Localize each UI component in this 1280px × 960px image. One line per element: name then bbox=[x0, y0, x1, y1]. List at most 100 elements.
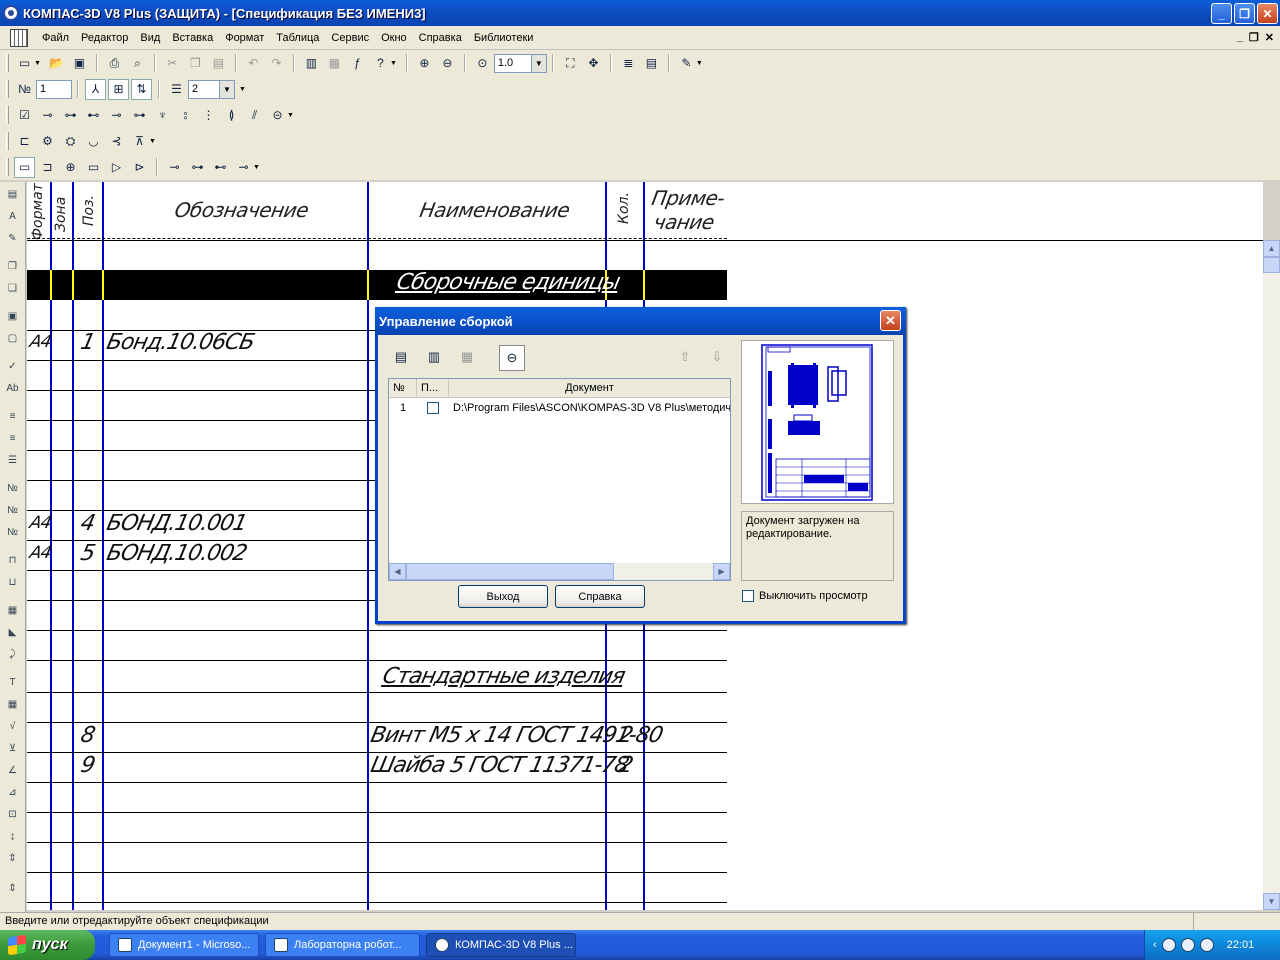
scroll-thumb[interactable] bbox=[1263, 257, 1280, 273]
help-pointer-icon[interactable]: ? bbox=[370, 53, 391, 74]
document-row-checkbox[interactable] bbox=[427, 402, 439, 414]
menu-table[interactable]: Таблица bbox=[270, 26, 325, 50]
checklist-icon[interactable]: ☑ bbox=[14, 105, 35, 126]
row-designation[interactable]: БОНД.10.002 bbox=[104, 541, 248, 566]
row-designation[interactable]: БОНД.10.001 bbox=[104, 511, 248, 536]
link-icon[interactable]: ⊖ bbox=[499, 345, 525, 371]
page-list-icon[interactable]: ▤ bbox=[641, 53, 662, 74]
menu-window[interactable]: Окно bbox=[375, 26, 413, 50]
hatch-icon[interactable]: ◣ bbox=[3, 622, 23, 642]
bearing-icon[interactable]: ◡ bbox=[83, 131, 104, 152]
layout-mode-icon[interactable]: ⅄ bbox=[85, 78, 106, 100]
clone-icon[interactable]: ▣ bbox=[3, 306, 23, 326]
add-document-icon[interactable]: ▤ bbox=[388, 344, 414, 370]
horizontal-scroll-thumb[interactable] bbox=[406, 563, 614, 580]
grid-icon[interactable]: ▦ bbox=[3, 694, 23, 714]
circle-icon[interactable]: ⊕ bbox=[60, 157, 81, 178]
align2-icon[interactable]: ≡ bbox=[3, 428, 23, 448]
manager-icon[interactable]: ▥ bbox=[301, 53, 322, 74]
page-number-input[interactable]: 1 bbox=[36, 79, 72, 99]
text-rotate-icon[interactable]: ⤸ bbox=[3, 644, 23, 664]
task-word-document[interactable]: Документ1 - Microso... bbox=[109, 933, 259, 957]
connector2-icon[interactable]: ⊶ bbox=[187, 157, 208, 178]
connector3-icon[interactable]: ⊷ bbox=[210, 157, 231, 178]
replace-icon[interactable]: ▢ bbox=[3, 328, 23, 348]
open-folder-icon[interactable]: 📂 bbox=[46, 53, 67, 74]
vertical-scrollbar[interactable]: ▲ ▼ bbox=[1263, 240, 1280, 910]
menu-service[interactable]: Сервис bbox=[325, 26, 375, 50]
rivet-icon[interactable]: ♆ bbox=[152, 105, 173, 126]
shaft-icon[interactable]: ⊰ bbox=[106, 131, 127, 152]
dimension-icon[interactable]: ↨ bbox=[3, 826, 23, 846]
link-object-icon[interactable]: ⊐ bbox=[37, 157, 58, 178]
toolbar-grip[interactable] bbox=[6, 132, 9, 150]
zoom-out-icon[interactable]: ⊖ bbox=[437, 53, 458, 74]
scroll-right-icon[interactable]: ▶ bbox=[713, 563, 730, 580]
disable-preview-checkbox[interactable] bbox=[742, 590, 754, 602]
toolbar-grip[interactable] bbox=[6, 158, 9, 176]
move-up-icon[interactable]: ⇧ bbox=[672, 344, 698, 370]
assembly-dropdown-icon[interactable]: ▼ bbox=[149, 138, 156, 145]
zoom-scale-icon[interactable]: ⊙ bbox=[472, 53, 493, 74]
flag-icon[interactable]: ▷ bbox=[106, 157, 127, 178]
document-list[interactable]: № П... Документ 1 D:\Program Files\ASCON… bbox=[388, 378, 731, 581]
disable-preview-label[interactable]: Выключить просмотр bbox=[759, 590, 868, 602]
document-icon[interactable] bbox=[10, 28, 28, 47]
check-icon[interactable]: ✓ bbox=[3, 356, 23, 376]
align-icon[interactable]: ≡ bbox=[3, 406, 23, 426]
connector-icon[interactable]: ⊸ bbox=[164, 157, 185, 178]
bar-icon[interactable]: ▭ bbox=[83, 157, 104, 178]
fit-page-icon[interactable]: ⛶ bbox=[560, 53, 581, 74]
section-title-standard[interactable]: Стандартные изделия bbox=[380, 664, 626, 689]
column-header-document[interactable]: Документ bbox=[449, 379, 730, 397]
clock[interactable]: 22:01 bbox=[1227, 939, 1255, 951]
expand-icon[interactable]: ⇕ bbox=[3, 848, 23, 868]
tray-network-icon[interactable] bbox=[1180, 938, 1195, 952]
dialog-close-button[interactable]: ✕ bbox=[880, 310, 901, 331]
mdi-minimize-button[interactable]: _ bbox=[1237, 31, 1243, 44]
row-format[interactable]: А4 bbox=[28, 332, 53, 352]
number-icon[interactable]: № bbox=[3, 478, 23, 498]
gear-icon[interactable]: ⚙ bbox=[37, 131, 58, 152]
lock-icon[interactable]: ⊓ bbox=[3, 550, 23, 570]
paste-icon[interactable]: ▤ bbox=[208, 53, 229, 74]
tray-expand-icon[interactable]: ‹ bbox=[1153, 939, 1157, 951]
level-value[interactable]: 2 bbox=[188, 79, 220, 99]
menu-format[interactable]: Формат bbox=[219, 26, 270, 50]
open-document-icon[interactable]: ▥ bbox=[421, 344, 447, 370]
mdi-close-button[interactable]: ✕ bbox=[1265, 31, 1274, 44]
nut-icon[interactable]: ⋮ bbox=[198, 105, 219, 126]
spec-page-icon[interactable]: ▤ bbox=[3, 184, 23, 204]
menu-libraries[interactable]: Библиотеки bbox=[468, 26, 540, 50]
frame-icon[interactable]: ⊡ bbox=[3, 804, 23, 824]
thread-icon[interactable]: ⫽ bbox=[244, 105, 265, 126]
menu-file[interactable]: Файл bbox=[36, 26, 75, 50]
zoom-dropdown-icon[interactable]: ▼ bbox=[531, 53, 547, 73]
level-combo[interactable]: 2 ▼ bbox=[188, 79, 235, 99]
remove-document-icon[interactable]: ▦ bbox=[454, 344, 480, 370]
ab-text-icon[interactable]: Ab bbox=[3, 378, 23, 398]
help-dropdown-icon[interactable]: ▼ bbox=[390, 60, 397, 67]
copy-icon[interactable]: ❐ bbox=[185, 53, 206, 74]
row-format[interactable]: А4 bbox=[28, 513, 53, 533]
print-icon[interactable]: ⎙ bbox=[104, 53, 125, 74]
washer-icon[interactable]: ⦂ bbox=[175, 105, 196, 126]
column-header-flag[interactable]: П... bbox=[417, 379, 449, 397]
mdi-restore-button[interactable]: ❐ bbox=[1249, 31, 1259, 44]
duplicate-icon[interactable]: ❏ bbox=[3, 278, 23, 298]
objects-dropdown-icon[interactable]: ▼ bbox=[287, 112, 294, 119]
variables-icon[interactable]: ƒ bbox=[347, 53, 368, 74]
pin-icon[interactable]: ⊶ bbox=[129, 105, 150, 126]
profile-icon[interactable]: ⊼ bbox=[129, 131, 150, 152]
row-position[interactable]: 1 bbox=[78, 330, 96, 355]
help-button[interactable]: Справка bbox=[555, 585, 645, 608]
row-name[interactable]: Шайба 5 ГОСТ 11371-78 bbox=[368, 753, 630, 778]
copy-object-icon[interactable]: ❐ bbox=[3, 256, 23, 276]
spring-pin-icon[interactable]: ≬ bbox=[221, 105, 242, 126]
scroll-down-icon[interactable]: ▼ bbox=[1263, 893, 1280, 910]
exit-button[interactable]: Выход bbox=[458, 585, 548, 608]
menu-editor[interactable]: Редактор bbox=[75, 26, 134, 50]
row-designation[interactable]: Бонд.10.06СБ bbox=[104, 330, 256, 355]
new-file-icon[interactable]: ▭ bbox=[14, 53, 35, 74]
section-row-assembly[interactable]: Сборочные единицы bbox=[27, 270, 727, 300]
